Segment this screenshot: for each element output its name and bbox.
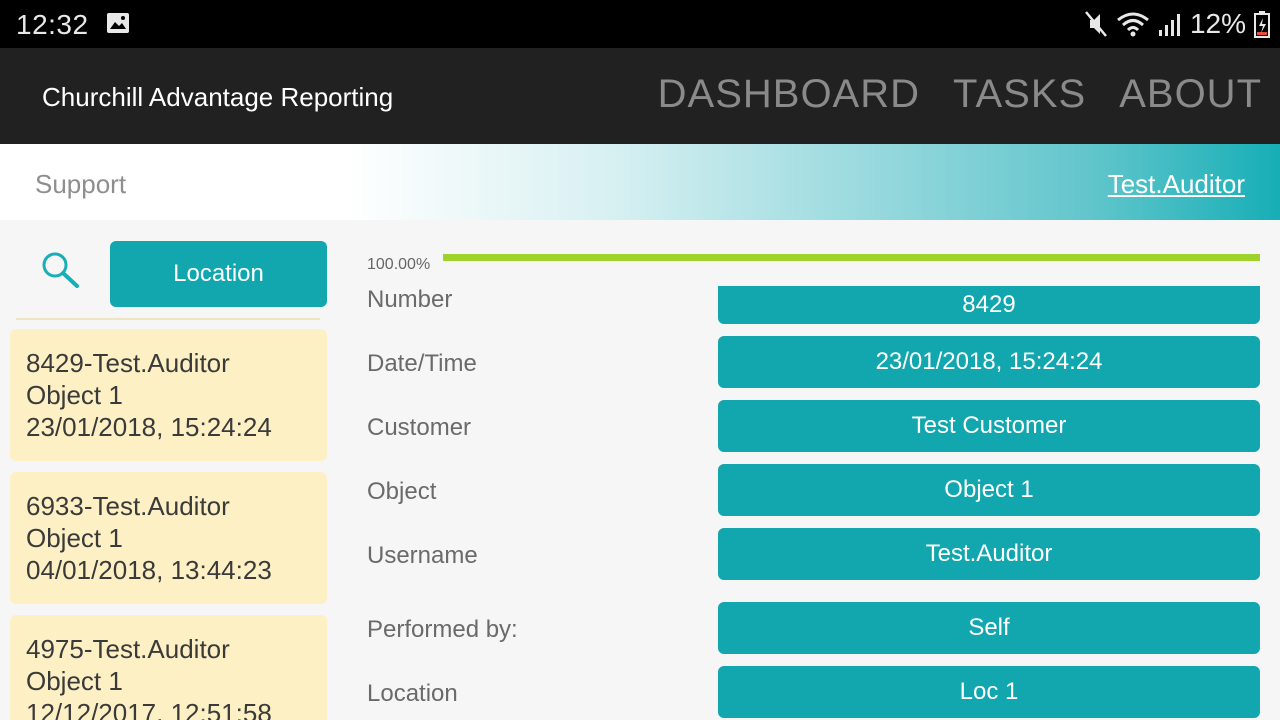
wifi-icon [1117,12,1149,37]
field-value-location[interactable]: Loc 1 [718,666,1260,718]
status-time: 12:32 [16,9,89,40]
record-datetime: 23/01/2018, 15:24:24 [26,412,272,442]
top-nav: DASHBOARD TASKS ABOUT [658,72,1262,117]
record-card[interactable]: 4975-Test.Auditor Object 1 12/12/2017, 1… [10,615,327,720]
nav-tasks[interactable]: TASKS [953,72,1086,117]
nav-about[interactable]: ABOUT [1119,72,1262,117]
status-icons: 12% [1084,8,1270,40]
location-filter-button[interactable]: Location [110,241,327,307]
field-value-number[interactable]: 8429 [718,286,1260,324]
app-title: Churchill Advantage Reporting [42,82,394,112]
user-link[interactable]: Test.Auditor [1108,169,1245,200]
progress-fill [443,254,1260,261]
divider [16,318,320,320]
field-label-customer: Customer [367,414,472,441]
mute-icon [1084,11,1107,37]
record-card[interactable]: 6933-Test.Auditor Object 1 04/01/2018, 1… [10,472,327,604]
photo-icon [107,13,129,33]
record-card[interactable]: 8429-Test.Auditor Object 1 23/01/2018, 1… [10,329,327,461]
field-label-location: Location [367,680,458,707]
section-title: Support [35,169,127,199]
nav-dashboard[interactable]: DASHBOARD [658,72,920,117]
field-value-datetime[interactable]: 23/01/2018, 15:24:24 [718,336,1260,388]
status-bar: 12:32 12% [0,0,1280,48]
record-object: Object 1 [26,523,123,553]
field-value-username[interactable]: Test.Auditor [718,528,1260,580]
record-datetime: 04/01/2018, 13:44:23 [26,555,272,585]
record-title: 4975-Test.Auditor [26,634,230,664]
field-value-customer[interactable]: Test Customer [718,400,1260,452]
field-label-number: Number [367,286,453,313]
battery-icon [1254,11,1270,38]
sub-header: Support Test.Auditor [0,144,1280,220]
signal-icon [1158,14,1180,36]
field-label-datetime: Date/Time [367,350,477,377]
progress-label: 100.00% [367,256,431,273]
app-bar: Churchill Advantage Reporting DASHBOARD … [0,48,1280,144]
field-value-object[interactable]: Object 1 [718,464,1260,516]
battery-percent: 12% [1189,8,1246,39]
field-label-object: Object [367,478,437,505]
record-title: 6933-Test.Auditor [26,491,230,521]
record-object: Object 1 [26,666,123,696]
progress-bar [443,254,1260,261]
field-label-performed-by: Performed by: [367,616,518,643]
record-title: 8429-Test.Auditor [26,348,230,378]
search-icon[interactable] [40,250,80,290]
field-label-username: Username [367,542,478,569]
field-value-performed-by[interactable]: Self [718,602,1260,654]
record-datetime: 12/12/2017, 12:51:58 [26,698,272,720]
record-object: Object 1 [26,380,123,410]
